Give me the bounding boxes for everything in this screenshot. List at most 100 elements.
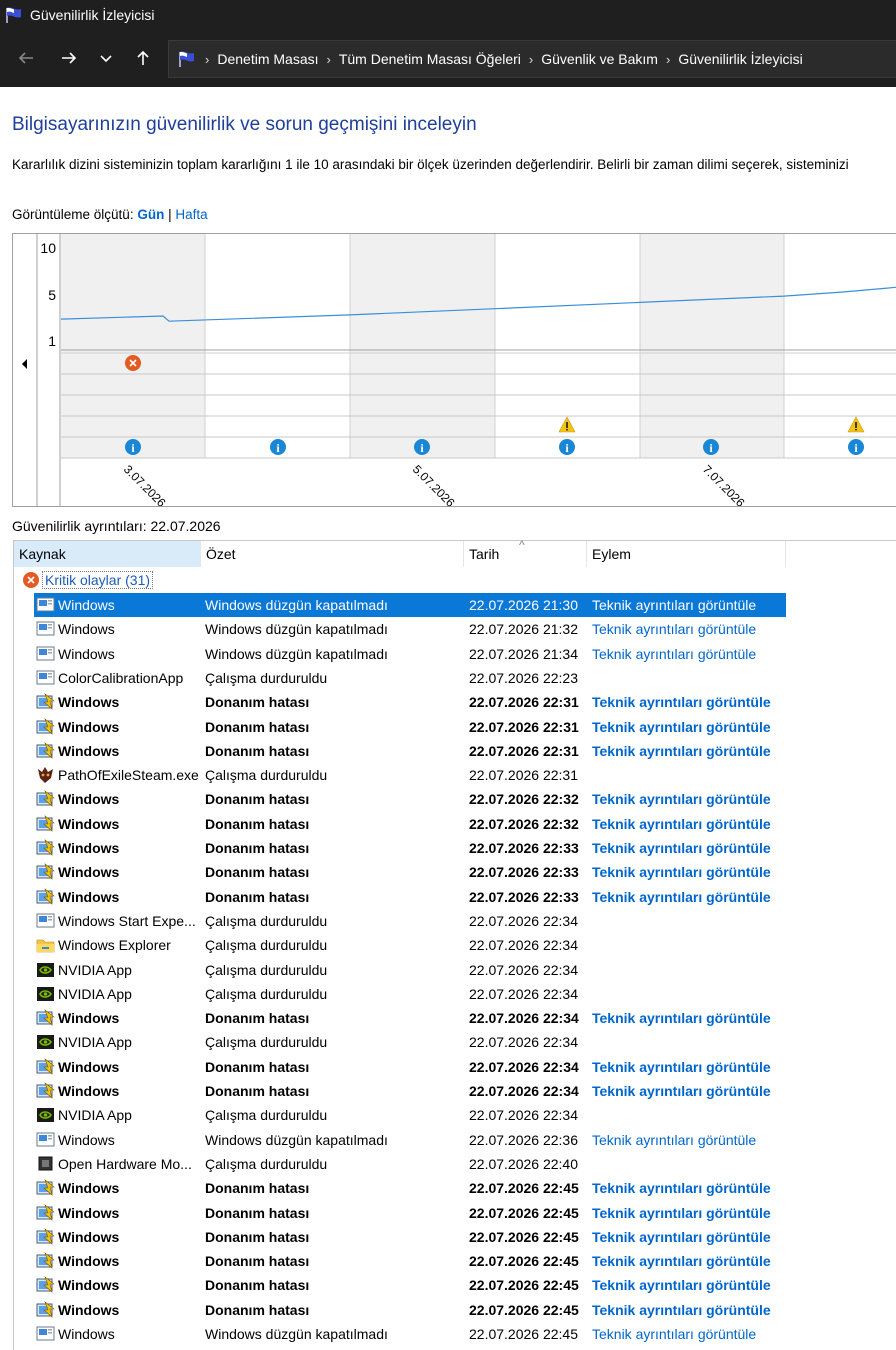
summary-cell: Donanım hatası: [205, 815, 310, 832]
view-technical-details-link[interactable]: Teknik ayrıntıları görüntüle: [592, 719, 792, 735]
table-row[interactable]: Windows Start Expe... Çalışma durduruldu 2…: [14, 909, 896, 933]
table-row[interactable]: Windows Explorer Çalışma durduruldu 22.07.…: [14, 933, 896, 957]
view-technical-details-link[interactable]: Teknik ayrıntıları görüntüle: [592, 1205, 792, 1221]
recent-locations-button[interactable]: [92, 44, 120, 72]
table-row[interactable]: Windows Donanım hatası 22.07.2026 22:45 Tek…: [14, 1225, 896, 1249]
date-cell: 22.07.2026 22:45: [469, 1301, 579, 1318]
column-header-action[interactable]: Eylem: [587, 541, 786, 567]
view-technical-details-link[interactable]: Teknik ayrıntıları görüntüle: [592, 864, 792, 880]
summary-cell: Windows düzgün kapatılmadı: [205, 645, 388, 662]
table-row[interactable]: Windows Donanım hatası 22.07.2026 22:33 Tek…: [14, 885, 896, 909]
view-technical-details-link[interactable]: Teknik ayrıntıları görüntüle: [592, 1326, 792, 1342]
date-cell: 22.07.2026 22:45: [469, 1326, 578, 1342]
view-technical-details-link[interactable]: Teknik ayrıntıları görüntüle: [592, 621, 792, 637]
table-row[interactable]: Windows Donanım hatası 22.07.2026 22:33 Tek…: [14, 860, 896, 884]
info-icon[interactable]: i: [270, 439, 286, 455]
date-cell: 22.07.2026 22:31: [469, 767, 578, 784]
summary-cell: Donanım hatası: [205, 840, 310, 856]
column-header-date[interactable]: ^ Tarih: [464, 538, 587, 567]
breadcrumb-item[interactable]: Güvenilirlik İzleyicisi: [678, 51, 802, 67]
column-header-label: Kaynak: [19, 546, 66, 562]
table-row[interactable]: Windows Windows düzgün kapatılmadı 22.07.2…: [14, 1322, 896, 1346]
day-column-shaded[interactable]: [350, 234, 495, 458]
table-row[interactable]: Windows Donanım hatası 22.07.2026 22:32 Tek…: [14, 812, 896, 836]
view-technical-details-link[interactable]: Teknik ayrıntıları görüntüle: [592, 1059, 792, 1075]
table-row[interactable]: Open Hardware Mo... Çalışma durduruldu 22.…: [14, 1152, 896, 1176]
table-row[interactable]: Windows Donanım hatası 22.07.2026 22:31 Tek…: [14, 739, 896, 763]
breadcrumb-item[interactable]: Denetim Masası: [217, 51, 318, 67]
table-row[interactable]: Windows Donanım hatası 22.07.2026 22:31 Tek…: [14, 715, 896, 739]
chart-scroll-area: [13, 234, 37, 506]
table-row[interactable]: Windows Donanım hatası 22.07.2026 22:34 Tek…: [14, 1055, 896, 1079]
day-column-shaded[interactable]: [61, 234, 205, 458]
view-technical-details-link[interactable]: Teknik ayrıntıları görüntüle: [592, 1180, 792, 1196]
up-button[interactable]: [129, 44, 157, 72]
info-icon[interactable]: i: [703, 439, 719, 455]
source-cell: Windows: [58, 1083, 120, 1099]
source-cell: PathOfExileSteam.exe: [58, 767, 199, 784]
table-row[interactable]: NVIDIA App Çalışma durduruldu 22.07.2026 2…: [14, 982, 896, 1006]
summary-cell: Donanım hatası: [205, 1301, 310, 1318]
monitor-icon: [36, 645, 55, 663]
table-row[interactable]: Windows Windows düzgün kapatılmadı 22.07.2…: [14, 593, 896, 617]
address-bar[interactable]: › Denetim Masası › Tüm Denetim Masası Öğ…: [168, 40, 896, 78]
table-row[interactable]: Windows Donanım hatası 22.07.2026 22:34 Tek…: [14, 1079, 896, 1103]
table-row[interactable]: Windows Donanım hatası 22.07.2026 22:45 Tek…: [14, 1273, 896, 1297]
view-by-week[interactable]: Hafta: [175, 207, 207, 222]
view-technical-details-link[interactable]: Teknik ayrıntıları görüntüle: [592, 1010, 792, 1026]
table-row[interactable]: Windows Donanım hatası 22.07.2026 22:45 Tek…: [14, 1249, 896, 1273]
summary-cell: Donanım hatası: [205, 1058, 310, 1075]
view-technical-details-link[interactable]: Teknik ayrıntıları görüntüle: [592, 889, 792, 905]
view-technical-details-link[interactable]: Teknik ayrıntıları görüntüle: [592, 840, 792, 856]
table-row[interactable]: Windows Windows düzgün kapatılmadı 22.07.2…: [14, 642, 896, 666]
reliability-chart[interactable]: 10 5 1 i i i i i i 3.07.2026 5.07.2026 7…: [12, 233, 896, 510]
back-button[interactable]: [12, 44, 40, 72]
view-technical-details-link[interactable]: Teknik ayrıntıları görüntüle: [592, 791, 792, 807]
table-row[interactable]: Windows Donanım hatası 22.07.2026 22:31 Tek…: [14, 690, 896, 714]
table-row[interactable]: Windows Donanım hatası 22.07.2026 22:33 Tek…: [14, 836, 896, 860]
view-technical-details-link[interactable]: Teknik ayrıntıları görüntüle: [592, 1132, 792, 1148]
table-row[interactable]: PathOfExileSteam.exe Çalışma durduruldu 22…: [14, 763, 896, 787]
info-icon[interactable]: i: [414, 439, 430, 455]
warning-icon[interactable]: [847, 416, 865, 433]
table-row[interactable]: Windows Donanım hatası 22.07.2026 22:45 Tek…: [14, 1176, 896, 1200]
table-row[interactable]: ColorCalibrationApp Çalışma durduruldu 22.…: [14, 666, 896, 690]
view-technical-details-link[interactable]: Teknik ayrıntıları görüntüle: [592, 646, 792, 662]
breadcrumb-item[interactable]: Güvenlik ve Bakım: [541, 51, 658, 67]
monitor-icon: [36, 669, 55, 687]
info-icon[interactable]: i: [848, 439, 864, 455]
view-technical-details-link[interactable]: Teknik ayrıntıları görüntüle: [592, 743, 792, 759]
view-by-day[interactable]: Gün: [137, 207, 164, 222]
view-technical-details-link[interactable]: Teknik ayrıntıları görüntüle: [592, 1253, 792, 1269]
forward-button[interactable]: [55, 44, 83, 72]
date-cell: 22.07.2026 21:32: [469, 621, 578, 638]
table-row[interactable]: NVIDIA App Çalışma durduruldu 22.07.2026 2…: [14, 1030, 896, 1054]
view-technical-details-link[interactable]: Teknik ayrıntıları görüntüle: [592, 694, 792, 710]
table-row[interactable]: Windows Windows düzgün kapatılmadı 22.07.2…: [14, 617, 896, 641]
table-row[interactable]: NVIDIA App Çalışma durduruldu 22.07.2026 2…: [14, 958, 896, 982]
view-technical-details-link[interactable]: Teknik ayrıntıları görüntüle: [592, 816, 792, 832]
date-cell: 22.07.2026 22:45: [469, 1253, 579, 1270]
view-technical-details-link[interactable]: Teknik ayrıntıları görüntüle: [592, 1229, 792, 1245]
day-column-shaded[interactable]: [640, 234, 784, 458]
column-header-source[interactable]: Kaynak: [14, 541, 201, 567]
table-row[interactable]: Windows Windows düzgün kapatılmadı 22.07.2…: [14, 1128, 896, 1152]
date-cell: 22.07.2026 22:31: [469, 718, 579, 735]
view-technical-details-link[interactable]: Teknik ayrıntıları görüntüle: [592, 1277, 792, 1293]
critical-event-icon[interactable]: [125, 355, 141, 371]
table-row[interactable]: Windows Donanım hatası 22.07.2026 22:45 Tek…: [14, 1201, 896, 1225]
table-row[interactable]: Windows Donanım hatası 22.07.2026 22:45 Tek…: [14, 1298, 896, 1322]
table-row[interactable]: NVIDIA App Çalışma durduruldu 22.07.2026 2…: [14, 1103, 896, 1127]
critical-events-group[interactable]: Kritik olaylar (31): [22, 570, 154, 590]
table-row[interactable]: Windows Donanım hatası 22.07.2026 22:32 Tek…: [14, 787, 896, 811]
column-header-summary[interactable]: Özet: [201, 541, 464, 567]
date-cell: 22.07.2026 22:45: [469, 1180, 579, 1197]
info-icon[interactable]: i: [125, 439, 141, 455]
table-row[interactable]: Windows Donanım hatası 22.07.2026 22:34 Tek…: [14, 1006, 896, 1030]
info-icon[interactable]: i: [559, 439, 575, 455]
view-technical-details-link[interactable]: Teknik ayrıntıları görüntüle: [592, 1302, 792, 1318]
view-technical-details-link[interactable]: Teknik ayrıntıları görüntüle: [592, 597, 792, 613]
view-technical-details-link[interactable]: Teknik ayrıntıları görüntüle: [592, 1083, 792, 1099]
breadcrumb-item[interactable]: Tüm Denetim Masası Öğeleri: [339, 51, 521, 67]
warning-icon[interactable]: [558, 416, 576, 433]
